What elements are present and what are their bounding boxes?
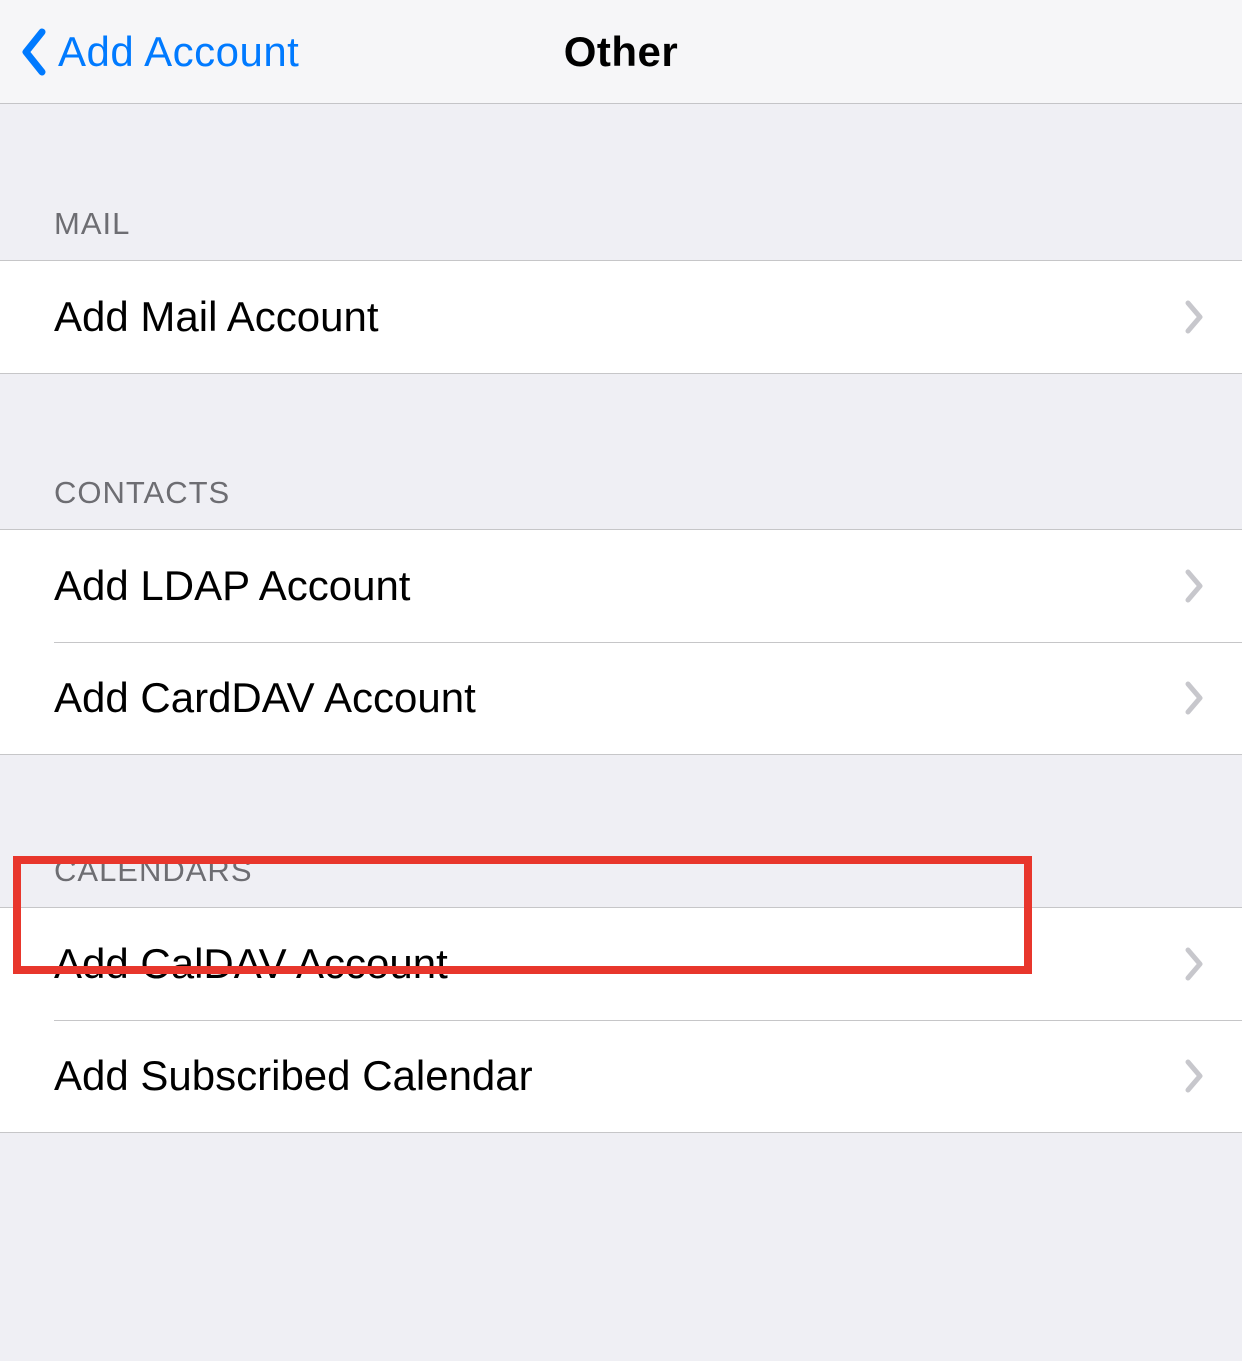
- page-title: Other: [564, 28, 679, 76]
- add-mail-account-row[interactable]: Add Mail Account: [0, 261, 1242, 373]
- add-ldap-account-row[interactable]: Add LDAP Account: [0, 530, 1242, 642]
- add-subscribed-calendar-row[interactable]: Add Subscribed Calendar: [0, 1020, 1242, 1132]
- list-item-label: Add CalDAV Account: [54, 940, 448, 988]
- list-group-mail: Add Mail Account: [0, 260, 1242, 374]
- back-label: Add Account: [58, 28, 299, 76]
- section-header-contacts: CONTACTS: [0, 475, 1242, 529]
- list-group-calendars: Add CalDAV Account Add Subscribed Calend…: [0, 907, 1242, 1133]
- chevron-right-icon: [1184, 1058, 1204, 1094]
- chevron-right-icon: [1184, 680, 1204, 716]
- list-item-label: Add LDAP Account: [54, 562, 410, 610]
- back-button[interactable]: Add Account: [0, 28, 299, 76]
- navbar: Add Account Other: [0, 0, 1242, 104]
- add-caldav-account-row[interactable]: Add CalDAV Account: [0, 908, 1242, 1020]
- chevron-right-icon: [1184, 299, 1204, 335]
- chevron-right-icon: [1184, 946, 1204, 982]
- add-carddav-account-row[interactable]: Add CardDAV Account: [0, 642, 1242, 754]
- list-item-label: Add CardDAV Account: [54, 674, 476, 722]
- list-item-label: Add Mail Account: [54, 293, 379, 341]
- list-group-contacts: Add LDAP Account Add CardDAV Account: [0, 529, 1242, 755]
- section-header-mail: MAIL: [0, 206, 1242, 260]
- chevron-right-icon: [1184, 568, 1204, 604]
- chevron-left-icon: [20, 28, 48, 76]
- section-header-calendars: CALENDARS: [0, 853, 1242, 907]
- list-item-label: Add Subscribed Calendar: [54, 1052, 533, 1100]
